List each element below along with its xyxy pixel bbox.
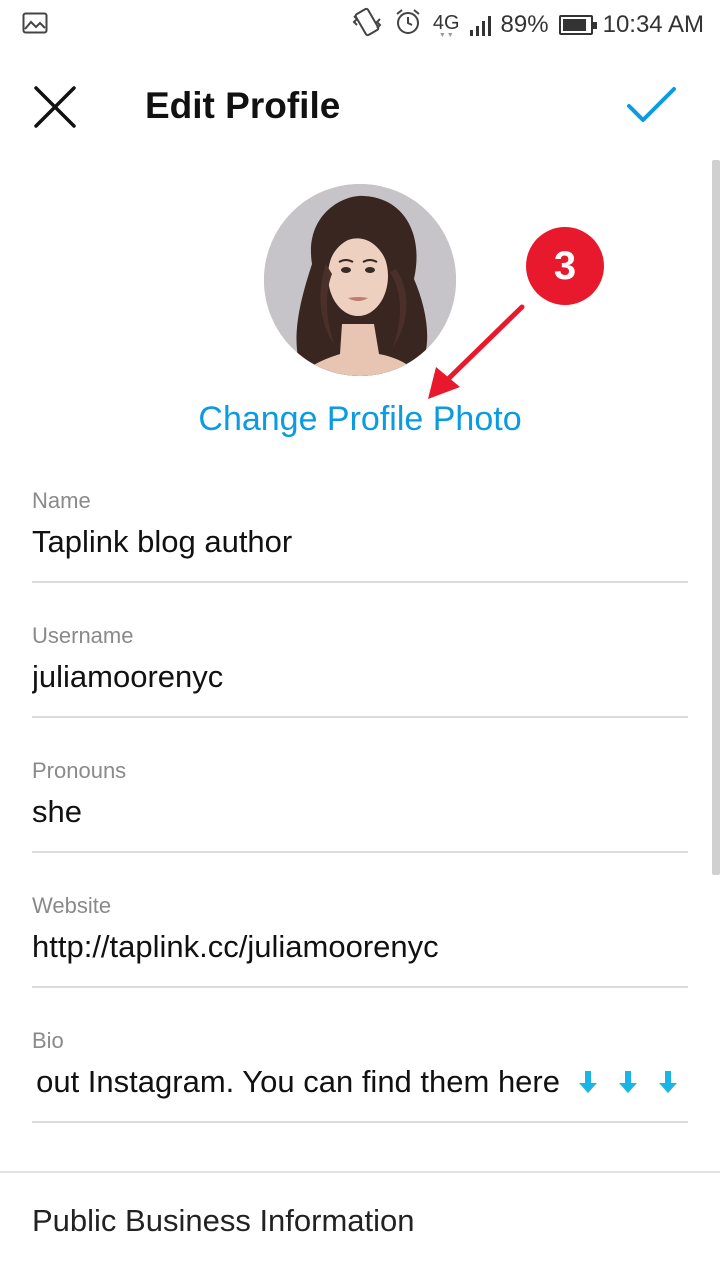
battery-icon	[558, 15, 597, 35]
username-input[interactable]: juliamoorenyc	[32, 659, 688, 695]
app-header: Edit Profile	[0, 60, 720, 152]
pronouns-label: Pronouns	[32, 758, 127, 783]
bio-text: out Instagram. You can find them here	[36, 1064, 560, 1099]
name-field[interactable]: Name Taplink blog author	[32, 488, 688, 583]
close-icon[interactable]	[30, 82, 80, 132]
bio-field[interactable]: Bio out Instagram. You can find them her…	[32, 1028, 688, 1123]
public-business-information-link[interactable]: Public Business Information	[32, 1203, 415, 1239]
bio-input[interactable]: out Instagram. You can find them here	[32, 1064, 688, 1100]
down-arrow-icon	[659, 1071, 677, 1093]
edit-profile-screen: 4G 89% 10:34 AM Edit Profile	[0, 0, 720, 1280]
section-divider	[0, 1171, 720, 1173]
step-number-badge: 3	[526, 227, 604, 305]
down-arrow-icon	[619, 1071, 637, 1093]
signal-icon	[469, 14, 491, 36]
down-arrow-icon	[579, 1071, 597, 1093]
name-input[interactable]: Taplink blog author	[32, 524, 688, 560]
username-label: Username	[32, 623, 134, 648]
battery-percent: 89%	[500, 11, 549, 38]
website-label: Website	[32, 893, 112, 918]
bio-label: Bio	[32, 1028, 64, 1053]
website-input[interactable]: http://taplink.cc/juliamoorenyc	[32, 929, 688, 965]
alarm-icon	[393, 7, 423, 44]
scrollbar[interactable]	[712, 160, 720, 875]
page-title: Edit Profile	[145, 85, 341, 126]
username-field[interactable]: Username juliamoorenyc	[32, 623, 688, 718]
network-type: 4G	[433, 12, 460, 39]
pronouns-field[interactable]: Pronouns she	[32, 758, 688, 853]
annotation-arrow-icon	[428, 304, 525, 399]
clock: 10:34 AM	[602, 11, 704, 38]
status-bar: 4G 89% 10:34 AM	[0, 0, 720, 50]
bio-emoji-group	[578, 1069, 678, 1095]
pronouns-input[interactable]: she	[32, 794, 688, 830]
change-profile-photo-link[interactable]: Change Profile Photo	[0, 400, 720, 439]
website-field[interactable]: Website http://taplink.cc/juliamoorenyc	[32, 893, 688, 988]
vibrate-icon	[351, 6, 383, 45]
check-icon[interactable]	[624, 80, 680, 130]
name-label: Name	[32, 488, 91, 513]
image-icon	[22, 12, 48, 41]
